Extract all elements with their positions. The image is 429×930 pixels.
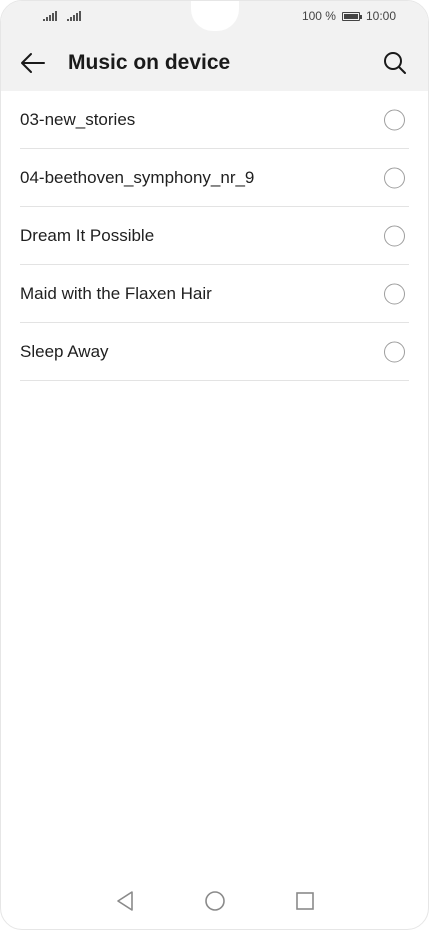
song-title: 04-beethoven_symphony_nr_9 — [20, 167, 255, 187]
app-bar: Music on device — [1, 37, 428, 89]
battery-icon — [341, 11, 362, 21]
circle-home-icon — [204, 891, 225, 911]
select-radio[interactable] — [384, 283, 405, 304]
search-button[interactable] — [380, 48, 410, 78]
clock: 10:00 — [365, 9, 396, 23]
song-title: Sleep Away — [20, 341, 109, 361]
phone-screen: 100 % 10:00 Music on device 03-new_stori… — [0, 0, 429, 930]
back-button[interactable] — [19, 49, 47, 77]
header-area: 100 % 10:00 Music on device — [1, 1, 428, 91]
list-item[interactable]: Sleep Away — [20, 323, 409, 381]
nav-home-button[interactable] — [203, 889, 227, 913]
nav-back-button[interactable] — [113, 889, 137, 913]
list-item[interactable]: Dream It Possible — [20, 207, 409, 265]
search-icon — [384, 52, 406, 74]
status-right: 100 % 10:00 — [302, 9, 396, 23]
battery-level — [343, 13, 358, 19]
battery-percent: 100 % — [301, 9, 336, 23]
song-title: Dream It Possible — [20, 225, 155, 245]
list-item[interactable]: Maid with the Flaxen Hair — [20, 265, 409, 323]
arrow-left-icon — [21, 53, 45, 73]
page-title: Music on device — [68, 51, 231, 74]
signal-icon — [67, 11, 81, 21]
triangle-back-icon — [116, 891, 133, 911]
select-radio[interactable] — [384, 341, 405, 362]
status-bar: 100 % 10:00 — [1, 1, 428, 33]
list-item[interactable]: 03-new_stories — [20, 91, 409, 149]
select-radio[interactable] — [384, 167, 405, 188]
song-title: 03-new_stories — [20, 109, 136, 129]
song-list: 03-new_stories 04-beethoven_symphony_nr_9… — [1, 91, 428, 381]
select-radio[interactable] — [384, 225, 405, 246]
list-item[interactable]: 04-beethoven_symphony_nr_9 — [20, 149, 409, 207]
select-radio[interactable] — [384, 109, 405, 130]
song-title: Maid with the Flaxen Hair — [20, 283, 212, 303]
nav-recents-button[interactable] — [293, 889, 317, 913]
square-recents-icon — [295, 892, 314, 910]
system-nav-bar — [1, 873, 428, 929]
signal-icon — [43, 11, 57, 21]
